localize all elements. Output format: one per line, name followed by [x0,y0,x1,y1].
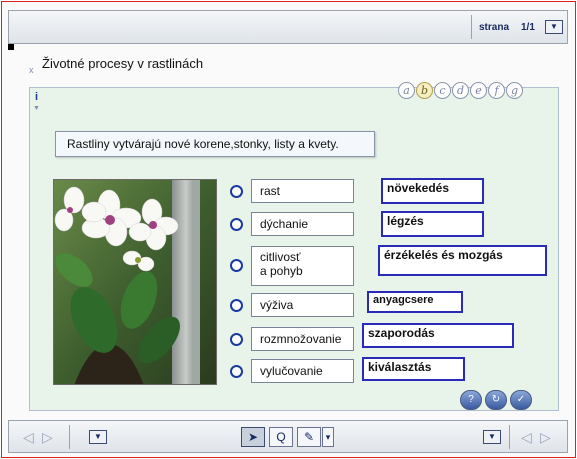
term-box[interactable]: citlivosť a pohyb [251,246,354,286]
term-box[interactable]: výživa [251,293,354,317]
next-page-icon[interactable]: ▷ [42,429,53,446]
reset-button[interactable]: ↻ [485,390,507,410]
term-box[interactable]: dýchanie [251,212,354,236]
close-icon[interactable]: x [29,65,34,75]
plant-photo [53,179,217,385]
prev-page-icon[interactable]: ◁ [23,429,34,446]
pen-dropdown-button[interactable]: ▾ [322,427,334,447]
task-letter-nav: a b c d e f g [398,82,523,99]
letter-tab-g[interactable]: g [506,82,523,99]
answer-box[interactable]: kiválasztás [362,357,465,381]
term-label: dýchanie [260,217,309,231]
right-dropdown-button[interactable]: ▼ [483,430,501,444]
letter-tab-f[interactable]: f [488,82,505,99]
radio-vyziva[interactable] [230,299,243,312]
bottom-toolbar: ◁ ▷ ▼ ➤ Q ✎ ▾ ▼ ◁ ▷ [8,420,568,453]
letter-tab-d[interactable]: d [452,82,469,99]
radio-vylucovanie[interactable] [230,365,243,378]
radio-rozmnozovanie[interactable] [230,333,243,346]
left-dropdown-button[interactable]: ▼ [89,430,107,444]
letter-tab-e[interactable]: e [470,82,487,99]
toolbar-divider [509,425,510,449]
term-label: výživa [260,298,294,312]
corner-marker [8,44,14,50]
term-label: rast [260,184,281,198]
toolbar-divider [69,425,70,449]
answer-box[interactable]: anyagcsere [367,291,463,313]
page-label: strana [479,22,510,33]
letter-tab-c[interactable]: c [434,82,451,99]
search-tool-button[interactable]: Q [269,427,293,447]
page-dropdown-button[interactable]: ▼ [545,20,563,34]
top-bar-divider [471,15,472,39]
radio-dychanie[interactable] [230,218,243,231]
exercise-title: Životné procesy v rastlinách [42,56,204,71]
radio-citlivost[interactable] [230,259,243,272]
term-label: vylučovanie [260,364,323,378]
info-arrow-icon[interactable]: ▼ [33,105,40,112]
top-bar: strana 1/1 ▼ [8,10,568,44]
radio-rast[interactable] [230,185,243,198]
page-number: 1/1 [521,22,535,33]
pen-tool-button[interactable]: ✎ [297,427,321,447]
action-buttons: ? ↻ ✓ [460,390,532,410]
answer-box[interactable]: szaporodás [362,323,514,348]
letter-tab-a[interactable]: a [398,82,415,99]
plant-photo-image [54,180,216,384]
term-label: citlivosť [260,250,301,264]
next-page-icon-right[interactable]: ▷ [540,429,551,446]
pointer-tool-button[interactable]: ➤ [241,427,265,447]
answer-box[interactable]: érzékelés és mozgás [378,245,547,276]
term-box[interactable]: rozmnožovanie [251,327,354,351]
term-box[interactable]: vylučovanie [251,359,354,383]
term-box[interactable]: rast [251,179,354,203]
term-label-line2: a pohyb [260,264,303,278]
letter-tab-b[interactable]: b [416,82,433,99]
prev-page-icon-right[interactable]: ◁ [521,429,532,446]
term-label: rozmnožovanie [260,332,342,346]
info-icon[interactable]: i [35,91,38,103]
statement-box: Rastliny vytvárajú nové korene,stonky, l… [55,131,375,157]
answer-box[interactable]: növekedés [381,178,484,204]
answer-box[interactable]: légzés [381,211,484,237]
help-button[interactable]: ? [460,390,482,410]
check-button[interactable]: ✓ [510,390,532,410]
